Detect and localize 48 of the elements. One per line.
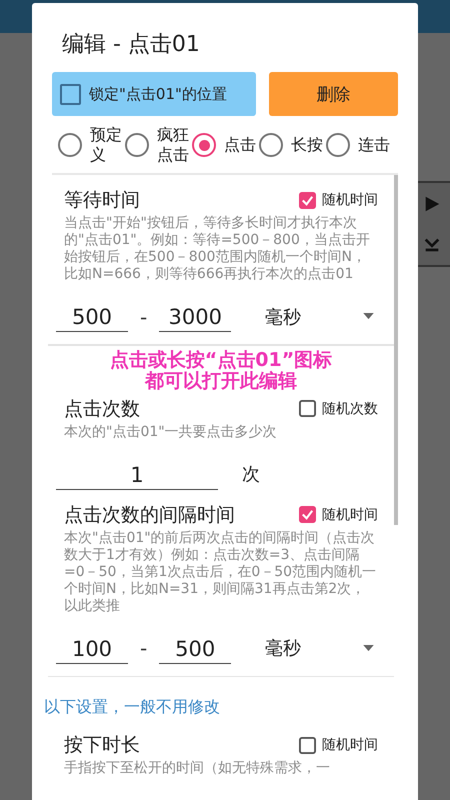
- random-checkbox[interactable]: [299, 736, 316, 754]
- unit-dropdown[interactable]: 毫秒: [265, 304, 378, 328]
- lock-position-button[interactable]: 锁定"点击01"的位置: [52, 72, 256, 116]
- caret-icon: [363, 644, 374, 652]
- count-input[interactable]: 1: [56, 458, 218, 490]
- random-label: 随机时间: [322, 191, 378, 209]
- random-label: 随机次数: [322, 400, 378, 418]
- random-label: 随机时间: [322, 736, 378, 754]
- mode-radio[interactable]: [259, 133, 283, 157]
- caret-icon: [363, 313, 374, 320]
- unit-label: 次: [242, 463, 260, 486]
- mode-label: 长按: [291, 135, 324, 155]
- section-title: 按下时长: [64, 733, 140, 758]
- mode-radio[interactable]: [326, 133, 350, 157]
- mode-radio[interactable]: [192, 133, 216, 157]
- dialog-title: 编辑 - 点击01: [62, 31, 201, 59]
- random-checkbox[interactable]: [299, 192, 316, 208]
- hint-overlay-text: 点击或长按“点击01”图标 都可以打开此编辑: [108, 350, 334, 392]
- mode-label: 预定义: [90, 125, 123, 165]
- mode-label: 连击: [358, 135, 391, 155]
- delete-button[interactable]: 删除: [269, 72, 398, 116]
- random-label: 随机时间: [322, 506, 378, 524]
- section-description: 本次的"点击01"一共要点击多少次: [64, 424, 278, 440]
- play-icon[interactable]: [423, 194, 441, 212]
- section-description: 当点击"开始"按钮后，等待多长时间才执行本次的"点击01"。例如：等待=500－800，当点击开始按钮后，在500－800范围内随机一个时间N，比如N=666，则等待666再执行本次的点击01: [64, 215, 371, 283]
- random-checkbox[interactable]: [299, 506, 316, 523]
- scrollbar[interactable]: [394, 175, 398, 525]
- mode-radio[interactable]: [58, 133, 82, 157]
- min-input[interactable]: 500: [56, 301, 128, 332]
- section-description: 本次"点击01"的前后两次点击的间隔时间（点击次数大于1才有效）例如：点击次数=3、点击间隔=0－50，当第1次点击后，在0－50范围内随机一个时间N，比如N=31，则间隔31再点击第2次，以此类推: [64, 530, 378, 614]
- max-input[interactable]: 3000: [159, 301, 232, 332]
- section-title: 点击次数: [64, 396, 140, 422]
- collapse-icon[interactable]: [423, 236, 441, 254]
- lock-label: 锁定"点击01"的位置: [89, 84, 227, 104]
- random-checkbox[interactable]: [299, 400, 316, 417]
- max-input[interactable]: 500: [159, 632, 232, 664]
- mode-label: 点击: [224, 135, 257, 155]
- section-description: 手指按下至松开的时间（如无特殊需求，一: [64, 760, 331, 777]
- advanced-note: 以下设置，一般不用修改: [44, 697, 221, 718]
- range-separator: -: [140, 304, 148, 328]
- mode-label: 疯狂点击: [157, 125, 190, 165]
- unit-dropdown[interactable]: 毫秒: [265, 636, 378, 660]
- lock-checkbox[interactable]: [60, 84, 81, 104]
- min-input[interactable]: 100: [56, 632, 128, 664]
- section-title: 等待时间: [64, 188, 140, 213]
- mode-radio[interactable]: [125, 133, 149, 157]
- section-title: 点击次数的间隔时间: [64, 502, 235, 528]
- range-separator: -: [140, 636, 148, 660]
